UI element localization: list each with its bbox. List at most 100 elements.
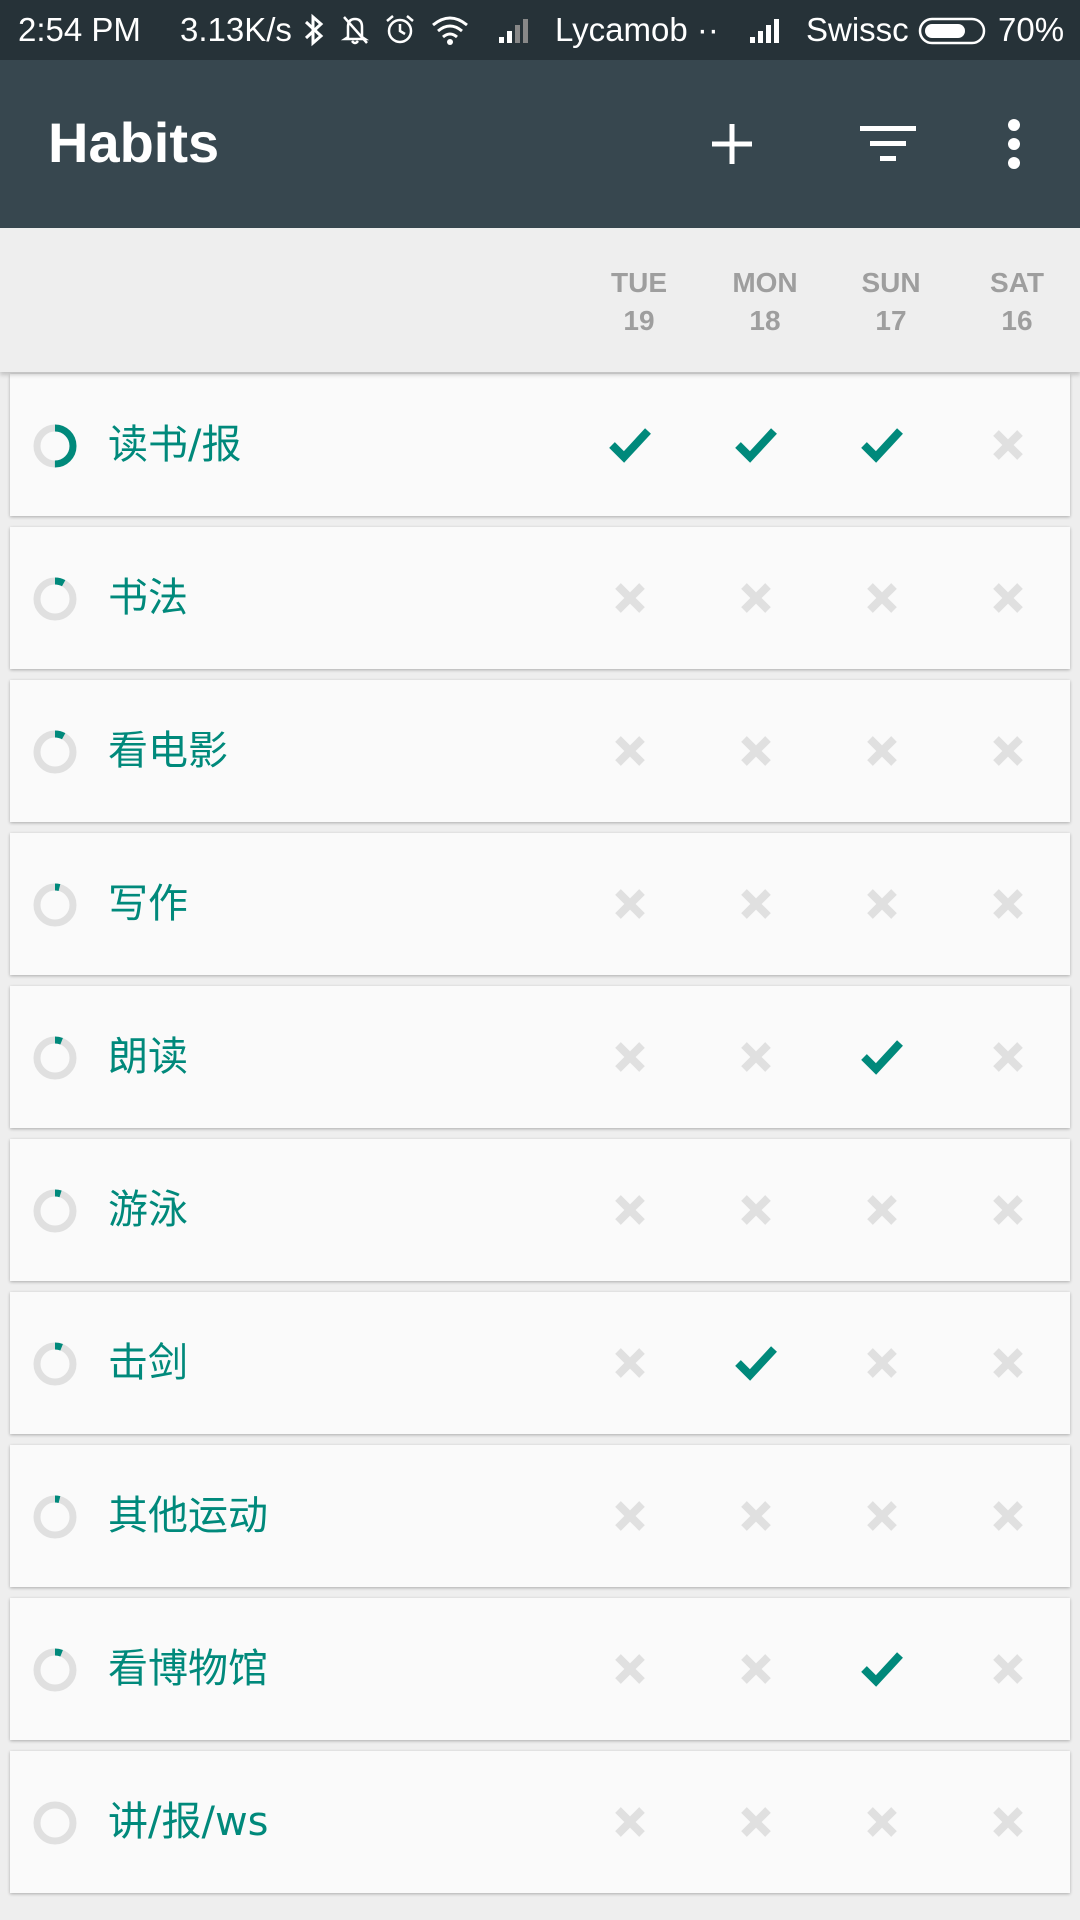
checkmark-toggle-not-done[interactable] [857, 1491, 907, 1541]
cross-icon [867, 1348, 897, 1378]
checkmark-toggle-done[interactable] [857, 1032, 907, 1082]
more-options-button[interactable] [974, 104, 1054, 184]
checkmark-toggle-not-done[interactable] [983, 879, 1033, 929]
checkmark-toggle-not-done[interactable] [983, 1491, 1033, 1541]
checkmark-toggle-not-done[interactable] [731, 726, 781, 776]
checkmark-toggle-not-done[interactable] [731, 1644, 781, 1694]
checkmark-toggle-not-done[interactable] [983, 420, 1033, 470]
checkmark-toggle-not-done[interactable] [983, 573, 1033, 623]
habit-name: 游泳 [108, 1187, 188, 1233]
habit-row[interactable]: 游泳 [10, 1139, 1070, 1281]
checkmark-toggle-not-done[interactable] [983, 1032, 1033, 1082]
checkmark-toggle-not-done[interactable] [605, 1338, 655, 1388]
checkmark-toggle-not-done[interactable] [605, 879, 655, 929]
checkmark-toggle-not-done[interactable] [605, 1491, 655, 1541]
checkmark-toggle-not-done[interactable] [605, 1797, 655, 1847]
checkmark-toggle-not-done[interactable] [731, 879, 781, 929]
check-icon [861, 428, 903, 463]
cross-icon [867, 1501, 897, 1531]
checkmark-toggle-not-done[interactable] [731, 1491, 781, 1541]
day-column-header: MON 18 [715, 264, 815, 340]
checkmark-toggle-not-done[interactable] [605, 1644, 655, 1694]
checkmark-toggle-not-done[interactable] [983, 1644, 1033, 1694]
checkmark-toggle-not-done[interactable] [983, 726, 1033, 776]
status-carrier-1: Lycamob ·· [555, 11, 719, 48]
cross-icon [615, 1654, 645, 1684]
day-name: MON [732, 267, 798, 298]
checkmark-toggle-done[interactable] [731, 420, 781, 470]
checkmark-toggle-not-done[interactable] [983, 1185, 1033, 1235]
day-header: TUE 19 MON 18 SUN 17 SAT 16 [0, 228, 1080, 372]
checkmark-toggle-not-done[interactable] [983, 1797, 1033, 1847]
checkmark-toggle-not-done[interactable] [605, 1032, 655, 1082]
habit-row[interactable]: 其他运动 [10, 1445, 1070, 1587]
cross-icon [993, 583, 1023, 613]
cross-icon [993, 1807, 1023, 1837]
checkmark-toggle-not-done[interactable] [857, 726, 907, 776]
status-battery-percent: 70% [998, 11, 1065, 48]
day-date: 17 [875, 305, 907, 336]
habit-name: 读书/报 [108, 422, 242, 468]
checkmark-toggle-not-done[interactable] [605, 573, 655, 623]
checkmark-toggle-not-done[interactable] [731, 1185, 781, 1235]
cross-icon [741, 583, 771, 613]
day-column-header: TUE 19 [589, 264, 689, 340]
habit-name: 其他运动 [108, 1493, 268, 1539]
habit-row[interactable]: 书法 [10, 527, 1070, 669]
cross-icon [867, 1195, 897, 1225]
habit-row[interactable]: 朗读 [10, 986, 1070, 1128]
cross-icon [867, 736, 897, 766]
habit-name: 书法 [108, 575, 188, 621]
checkmark-toggle-not-done[interactable] [983, 1338, 1033, 1388]
checkmark-toggle-not-done[interactable] [605, 1185, 655, 1235]
cross-icon [993, 1501, 1023, 1531]
status-network-speed: 3.13K/s [180, 11, 292, 48]
add-habit-button[interactable] [692, 104, 772, 184]
habit-name: 击剑 [108, 1340, 188, 1386]
checkmark-toggle-not-done[interactable] [731, 1797, 781, 1847]
cross-icon [615, 1042, 645, 1072]
checkmark-toggle-not-done[interactable] [857, 573, 907, 623]
more-vert-icon [1008, 119, 1020, 169]
checkmark-toggle-not-done[interactable] [605, 726, 655, 776]
check-icon [735, 428, 777, 463]
habit-row[interactable]: 读书/报 [10, 374, 1070, 516]
cross-icon [993, 430, 1023, 460]
cross-icon [741, 889, 771, 919]
habit-row[interactable]: 讲/报/ws [10, 1751, 1070, 1893]
habit-name: 写作 [108, 881, 188, 927]
day-date: 16 [1001, 305, 1033, 336]
habit-score-ring-icon [33, 1648, 77, 1692]
checkmark-toggle-not-done[interactable] [731, 1032, 781, 1082]
habit-row[interactable]: 写作 [10, 833, 1070, 975]
habit-row[interactable]: 看电影 [10, 680, 1070, 822]
checkmark-toggle-not-done[interactable] [857, 1338, 907, 1388]
day-date: 19 [623, 305, 655, 336]
habit-row[interactable]: 看博物馆 [10, 1598, 1070, 1740]
checkmark-toggle-done[interactable] [731, 1338, 781, 1388]
filter-icon [860, 126, 916, 161]
day-date: 18 [749, 305, 781, 336]
signal-icon [499, 19, 528, 43]
day-column-header: SAT 16 [967, 264, 1067, 340]
cross-icon [615, 1501, 645, 1531]
habit-name: 看博物馆 [108, 1646, 268, 1692]
habit-row[interactable]: 击剑 [10, 1292, 1070, 1434]
habit-score-ring-icon [33, 577, 77, 621]
status-time: 2:54 PM [18, 11, 141, 48]
cross-icon [741, 1807, 771, 1837]
checkmark-toggle-not-done[interactable] [857, 879, 907, 929]
cross-icon [615, 1807, 645, 1837]
checkmark-toggle-not-done[interactable] [731, 573, 781, 623]
cross-icon [741, 1195, 771, 1225]
habit-name: 朗读 [108, 1034, 188, 1080]
checkmark-toggle-not-done[interactable] [857, 1797, 907, 1847]
checkmark-toggle-not-done[interactable] [857, 1185, 907, 1235]
filter-button[interactable] [848, 104, 928, 184]
habit-score-ring-icon [33, 424, 77, 468]
checkmark-toggle-done[interactable] [857, 1644, 907, 1694]
checkmark-toggle-done[interactable] [605, 420, 655, 470]
habit-name: 讲/报/ws [108, 1799, 269, 1845]
checkmark-toggle-done[interactable] [857, 420, 907, 470]
cross-icon [993, 1654, 1023, 1684]
